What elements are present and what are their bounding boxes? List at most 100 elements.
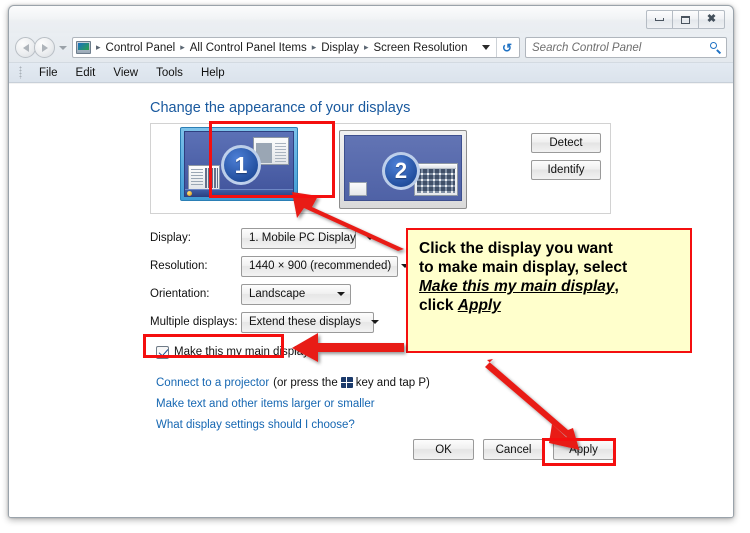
chevron-down-icon (370, 320, 379, 324)
make-main-display-checkbox[interactable] (156, 345, 169, 359)
apply-button[interactable]: Apply (553, 439, 614, 460)
form-row-display: Display: 1. Mobile PC Display (150, 224, 398, 252)
breadcrumb-separator-2[interactable]: ▸ (309, 42, 320, 53)
identify-button[interactable]: Identify (531, 160, 601, 180)
multiple-displays-label: Multiple displays: (150, 316, 238, 328)
multiple-displays-select[interactable]: Extend these displays (241, 311, 379, 333)
back-button[interactable] (15, 37, 36, 58)
make-main-display-label: Make this my main display (174, 346, 309, 358)
windows-logo-key-icon (340, 377, 353, 388)
resolution-select-value: 1440 × 900 (recommended) (249, 260, 392, 272)
display-2-mini-window-icon (349, 182, 367, 196)
page-title: Change the appearance of your displays (150, 100, 411, 116)
display-1-start-orb-icon (187, 190, 192, 196)
minimize-button[interactable] (646, 10, 673, 29)
display-label: Display: (150, 232, 191, 244)
back-arrow-icon (22, 43, 29, 52)
cancel-button[interactable]: Cancel (483, 439, 544, 460)
display-2-number: 2 (382, 152, 420, 190)
form-row-orientation: Orientation: Landscape (150, 280, 398, 308)
maximize-button[interactable] (672, 10, 699, 29)
ok-button[interactable]: OK (413, 439, 474, 460)
annotation-callout: Click the display you want to make main … (406, 228, 692, 353)
display-select-value: 1. Mobile PC Display (249, 232, 356, 244)
breadcrumb-separator-1[interactable]: ▸ (177, 42, 188, 53)
menu-grip (19, 66, 22, 79)
resolution-select[interactable]: 1440 × 900 (recommended) (241, 255, 410, 277)
menu-item-view[interactable]: View (104, 67, 147, 79)
address-dropdown-icon[interactable] (482, 45, 490, 50)
search-box[interactable]: Search Control Panel (525, 37, 727, 58)
preview-side-buttons: Detect Identify (531, 133, 601, 180)
forward-arrow-icon (41, 43, 48, 52)
callout-line-2: to make main display, select (419, 258, 628, 276)
connect-projector-link[interactable]: Connect to a projector (156, 377, 269, 389)
projector-hint-prefix: (or press the (273, 376, 338, 389)
detect-button[interactable]: Detect (531, 133, 601, 153)
title-bar: ✖ (9, 6, 733, 33)
make-main-display-row[interactable]: Make this my main display (156, 344, 309, 360)
callout-line-3: Make this my main display, (419, 278, 679, 297)
display-2-screen: 2 (344, 135, 462, 201)
breadcrumb-display[interactable]: Display (319, 42, 361, 54)
close-icon: ✖ (706, 13, 717, 25)
chevron-down-icon (337, 292, 345, 296)
orientation-select[interactable]: Landscape (241, 283, 351, 305)
menu-item-help[interactable]: Help (192, 67, 234, 79)
address-bar-row: ▸ Control Panel ▸ All Control Panel Item… (9, 33, 733, 62)
display-settings-help-link[interactable]: What display settings should I choose? (156, 419, 355, 431)
window-controls: ✖ (646, 10, 725, 29)
breadcrumb-control-panel[interactable]: Control Panel (104, 42, 178, 54)
control-panel-icon (76, 41, 91, 54)
callout-line-4: click Apply (419, 297, 679, 316)
projector-hint-suffix: key and tap P) (355, 376, 430, 389)
orientation-label: Orientation: (150, 288, 210, 300)
menu-item-file[interactable]: File (30, 67, 67, 79)
callout-line-3-tail: , (614, 277, 619, 295)
display-1-number: 1 (221, 145, 261, 185)
multiple-displays-select-value: Extend these displays (249, 316, 361, 328)
menu-item-tools[interactable]: Tools (147, 67, 192, 79)
display-2-grid-icon (414, 163, 458, 196)
recent-pages-chevron-icon[interactable] (59, 45, 67, 50)
search-icon (709, 41, 722, 54)
display-1-screen: 1 (184, 131, 294, 197)
link-row-projector: Connect to a projector (or press the key… (156, 372, 430, 393)
chevron-down-icon (365, 236, 374, 240)
menu-item-edit[interactable]: Edit (67, 67, 105, 79)
display-preview-2[interactable]: 2 (339, 130, 467, 209)
link-row-settings-help: What display settings should I choose? (156, 414, 430, 435)
display-preview-panel[interactable]: 2 1 Detect Identify (150, 123, 611, 214)
dialog-buttons: OK Cancel Apply (9, 439, 733, 460)
display-preview-1[interactable]: 1 (180, 127, 298, 201)
menu-bar: File Edit View Tools Help (9, 62, 733, 83)
close-button[interactable]: ✖ (698, 10, 725, 29)
breadcrumb-all-control-panel-items[interactable]: All Control Panel Items (188, 42, 309, 54)
text-size-link[interactable]: Make text and other items larger or smal… (156, 398, 375, 410)
search-input[interactable]: Search Control Panel (532, 42, 709, 54)
callout-emphasis-main-display: Make this my main display (419, 277, 615, 295)
display-1-taskbar (185, 189, 293, 196)
link-row-text-size: Make text and other items larger or smal… (156, 393, 430, 414)
breadcrumb-separator-3[interactable]: ▸ (361, 42, 372, 53)
form-row-resolution: Resolution: 1440 × 900 (recommended) (150, 252, 410, 280)
maximize-icon (681, 15, 690, 24)
callout-line-1: Click the display you want (419, 240, 613, 257)
help-links: Connect to a projector (or press the key… (156, 372, 430, 435)
breadcrumb-separator-0[interactable]: ▸ (93, 42, 104, 53)
address-bar[interactable]: ▸ Control Panel ▸ All Control Panel Item… (72, 37, 520, 58)
display-2-grid-cells (417, 169, 455, 193)
orientation-select-value: Landscape (249, 288, 306, 300)
display-settings-form: Display: 1. Mobile PC Display Resolution… (150, 224, 410, 336)
refresh-icon[interactable]: ↺ (496, 38, 517, 57)
display-1-window-icon-b (188, 165, 220, 190)
callout-emphasis-apply: Apply (457, 296, 501, 314)
display-select[interactable]: 1. Mobile PC Display (241, 227, 374, 249)
callout-line-4-lead: click (419, 296, 458, 314)
form-row-multiple-displays: Multiple displays: Extend these displays (150, 308, 398, 336)
navigation-buttons (15, 37, 70, 58)
minimize-icon (655, 18, 664, 21)
breadcrumb-screen-resolution[interactable]: Screen Resolution (372, 42, 470, 54)
resolution-label: Resolution: (150, 260, 208, 272)
forward-button[interactable] (34, 37, 55, 58)
